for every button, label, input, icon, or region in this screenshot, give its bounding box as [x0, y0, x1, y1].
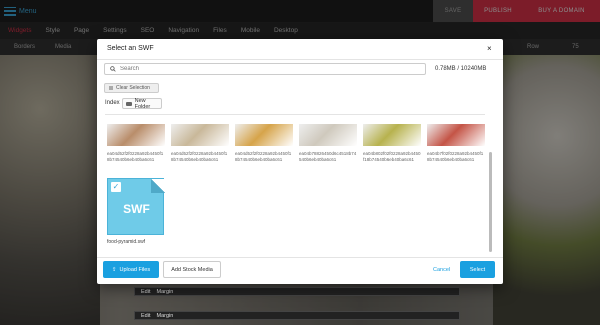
media-tile[interactable]: ea04d52f2f0228a92b4450f18b74540b6eb40ba6…: [171, 124, 229, 163]
search-input[interactable]: [120, 66, 410, 72]
close-icon[interactable]: ×: [487, 44, 492, 53]
select-button[interactable]: Select: [460, 261, 495, 278]
file-name: ea04d52f2f0228a92b4450f18b74540b6eb40ba6…: [107, 151, 164, 162]
search-icon: [110, 66, 116, 72]
swf-file-tile[interactable]: ✓ SWF: [107, 178, 165, 235]
image-thumbnail: [107, 124, 165, 146]
file-name: ea04d52f2f0228a92b4450f18b74540b6eb40ba6…: [235, 151, 292, 162]
swf-file-label: SWF: [123, 202, 150, 216]
modal-title: Select an SWF: [107, 45, 154, 52]
upload-files-button[interactable]: ⇪ Upload Files: [103, 261, 159, 278]
cancel-button[interactable]: Cancel: [433, 267, 450, 273]
media-tile[interactable]: ea04b78826450d6c4518b74540b6eb40ba6c61: [299, 124, 357, 163]
folder-icon: [126, 101, 132, 106]
divider: [97, 257, 503, 258]
image-thumbnail: [299, 124, 357, 146]
search-field[interactable]: [104, 63, 426, 75]
file-name: ea04d52f2f0228a92b4450f18b74540b6eb40ba6…: [171, 151, 228, 162]
media-tile[interactable]: ea04b802f02f0228a92b4450f18b74540b6eb40b…: [363, 124, 421, 163]
image-thumbnail: [427, 124, 485, 146]
image-thumbnail: [363, 124, 421, 146]
upload-icon: ⇪: [111, 266, 117, 273]
margin-label[interactable]: Margin: [156, 313, 173, 319]
file-name: ea04b802f02f0228a92b4450f18b74540b6eb40b…: [363, 151, 421, 162]
scrollbar[interactable]: [489, 152, 492, 252]
page-fold-icon: [151, 179, 165, 193]
image-thumbnail: [235, 124, 293, 146]
edit-label[interactable]: Edit: [141, 313, 150, 319]
breadcrumb[interactable]: Index: [105, 100, 120, 106]
media-tile[interactable]: ea04d52f2f0228a92b4450f18b74540b6eb40ba6…: [235, 124, 293, 163]
media-tile[interactable]: ea04b7f02f0228a92b4450f18b74540b6eb40ba6…: [427, 124, 485, 163]
storage-usage: 0.78MB / 10240MB: [435, 66, 487, 72]
section-editbar[interactable]: Edit Margin: [134, 311, 460, 320]
section-editbar[interactable]: Edit Margin: [134, 287, 460, 296]
file-name: ea04b7f02f0228a92b4450f18b74540b6eb40ba6…: [427, 151, 484, 162]
select-swf-modal: Select an SWF × 0.78MB / 10240MB Clear S…: [97, 39, 503, 284]
file-name: food-pyramid.swf: [107, 239, 146, 245]
clear-icon: [109, 86, 113, 90]
add-stock-media-button[interactable]: Add Stock Media: [163, 261, 221, 278]
clear-selection-label: Clear Selection: [116, 85, 150, 91]
image-thumbnail: [171, 124, 229, 146]
clear-selection-button[interactable]: Clear Selection: [104, 83, 159, 93]
checkmark-icon: ✓: [111, 182, 121, 192]
media-tile[interactable]: ea04d52f2f0228a92b4450f18b74540b6eb40ba6…: [107, 124, 165, 163]
new-folder-button[interactable]: New Folder: [122, 97, 162, 110]
edit-label[interactable]: Edit: [141, 289, 150, 295]
upload-label: Upload Files: [119, 266, 151, 273]
new-folder-label: New Folder: [134, 97, 151, 110]
file-name: ea04b78826450d6c4518b74540b6eb40ba6c61: [299, 151, 357, 162]
margin-label[interactable]: Margin: [156, 289, 173, 295]
divider: [97, 59, 503, 60]
